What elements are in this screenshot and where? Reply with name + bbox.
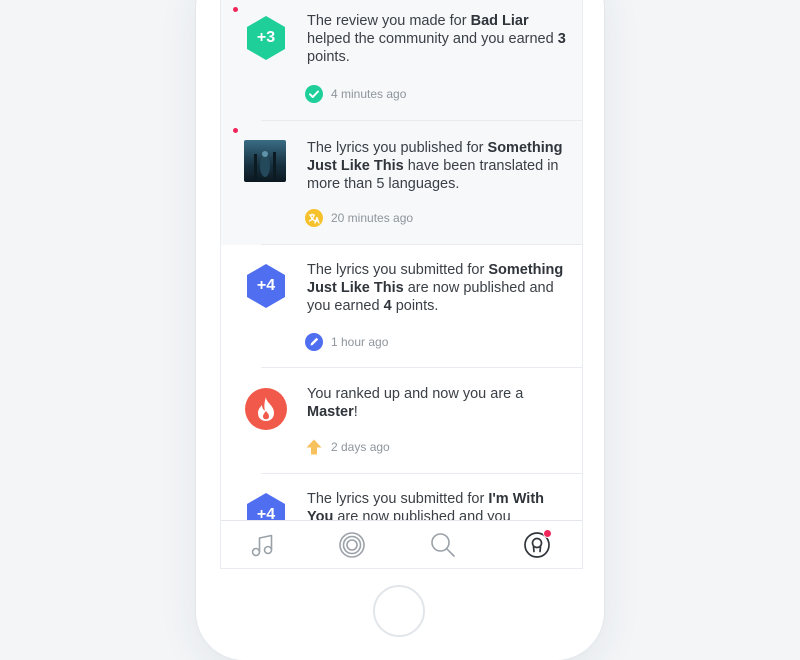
notification-text: The lyrics you submitted for Something J… xyxy=(307,262,564,314)
notification-item[interactable]: +4 The lyrics you submitted for I'm With… xyxy=(221,474,582,520)
search-icon xyxy=(431,533,455,557)
record-icon xyxy=(339,532,365,558)
notification-item[interactable]: +3 The review you made for Bad Liar help… xyxy=(221,0,582,121)
notification-meta: 20 minutes ago xyxy=(305,209,413,227)
notification-item[interactable]: You ranked up and now you are a Master! … xyxy=(221,368,582,474)
tab-record[interactable] xyxy=(338,531,366,559)
music-note-icon xyxy=(251,534,273,557)
tab-search[interactable] xyxy=(429,531,457,559)
notification-meta: 4 minutes ago xyxy=(305,85,406,103)
notification-dot xyxy=(543,529,552,538)
home-button[interactable] xyxy=(373,585,425,637)
notification-text: The lyrics you published for Something J… xyxy=(307,140,563,192)
notification-meta: 1 hour ago xyxy=(305,333,388,351)
app-screen: +3 The review you made for Bad Liar help… xyxy=(220,0,583,569)
unread-dot xyxy=(233,7,238,12)
tab-bar xyxy=(221,520,582,568)
notification-feed[interactable]: +3 The review you made for Bad Liar help… xyxy=(221,0,582,520)
timestamp: 20 minutes ago xyxy=(331,211,414,225)
translate-icon xyxy=(305,209,323,227)
arrow-up-icon xyxy=(306,439,322,455)
notification-text: You ranked up and now you are a Master! xyxy=(307,386,524,420)
rank-badge xyxy=(244,387,288,435)
pencil-circle-icon xyxy=(305,333,323,351)
album-artwork xyxy=(244,140,286,182)
notification-meta: 2 days ago xyxy=(305,438,390,456)
check-circle-icon xyxy=(305,85,323,103)
timestamp: 2 days ago xyxy=(331,440,390,454)
points-badge: +3 xyxy=(244,14,288,62)
notification-text: The lyrics you submitted for I'm With Yo… xyxy=(307,491,544,520)
tab-profile[interactable] xyxy=(523,529,552,559)
notification-item[interactable]: The lyrics you published for Something J… xyxy=(221,121,582,245)
unread-dot xyxy=(233,128,238,133)
points-badge: +4 xyxy=(244,262,288,310)
timestamp: 4 minutes ago xyxy=(331,87,407,101)
notification-text: The review you made for Bad Liar helped … xyxy=(307,13,566,65)
tab-music[interactable] xyxy=(248,531,276,559)
notification-item[interactable]: +4 The lyrics you submitted for Somethin… xyxy=(221,245,582,368)
points-badge: +4 xyxy=(244,491,288,520)
timestamp: 1 hour ago xyxy=(331,335,389,349)
